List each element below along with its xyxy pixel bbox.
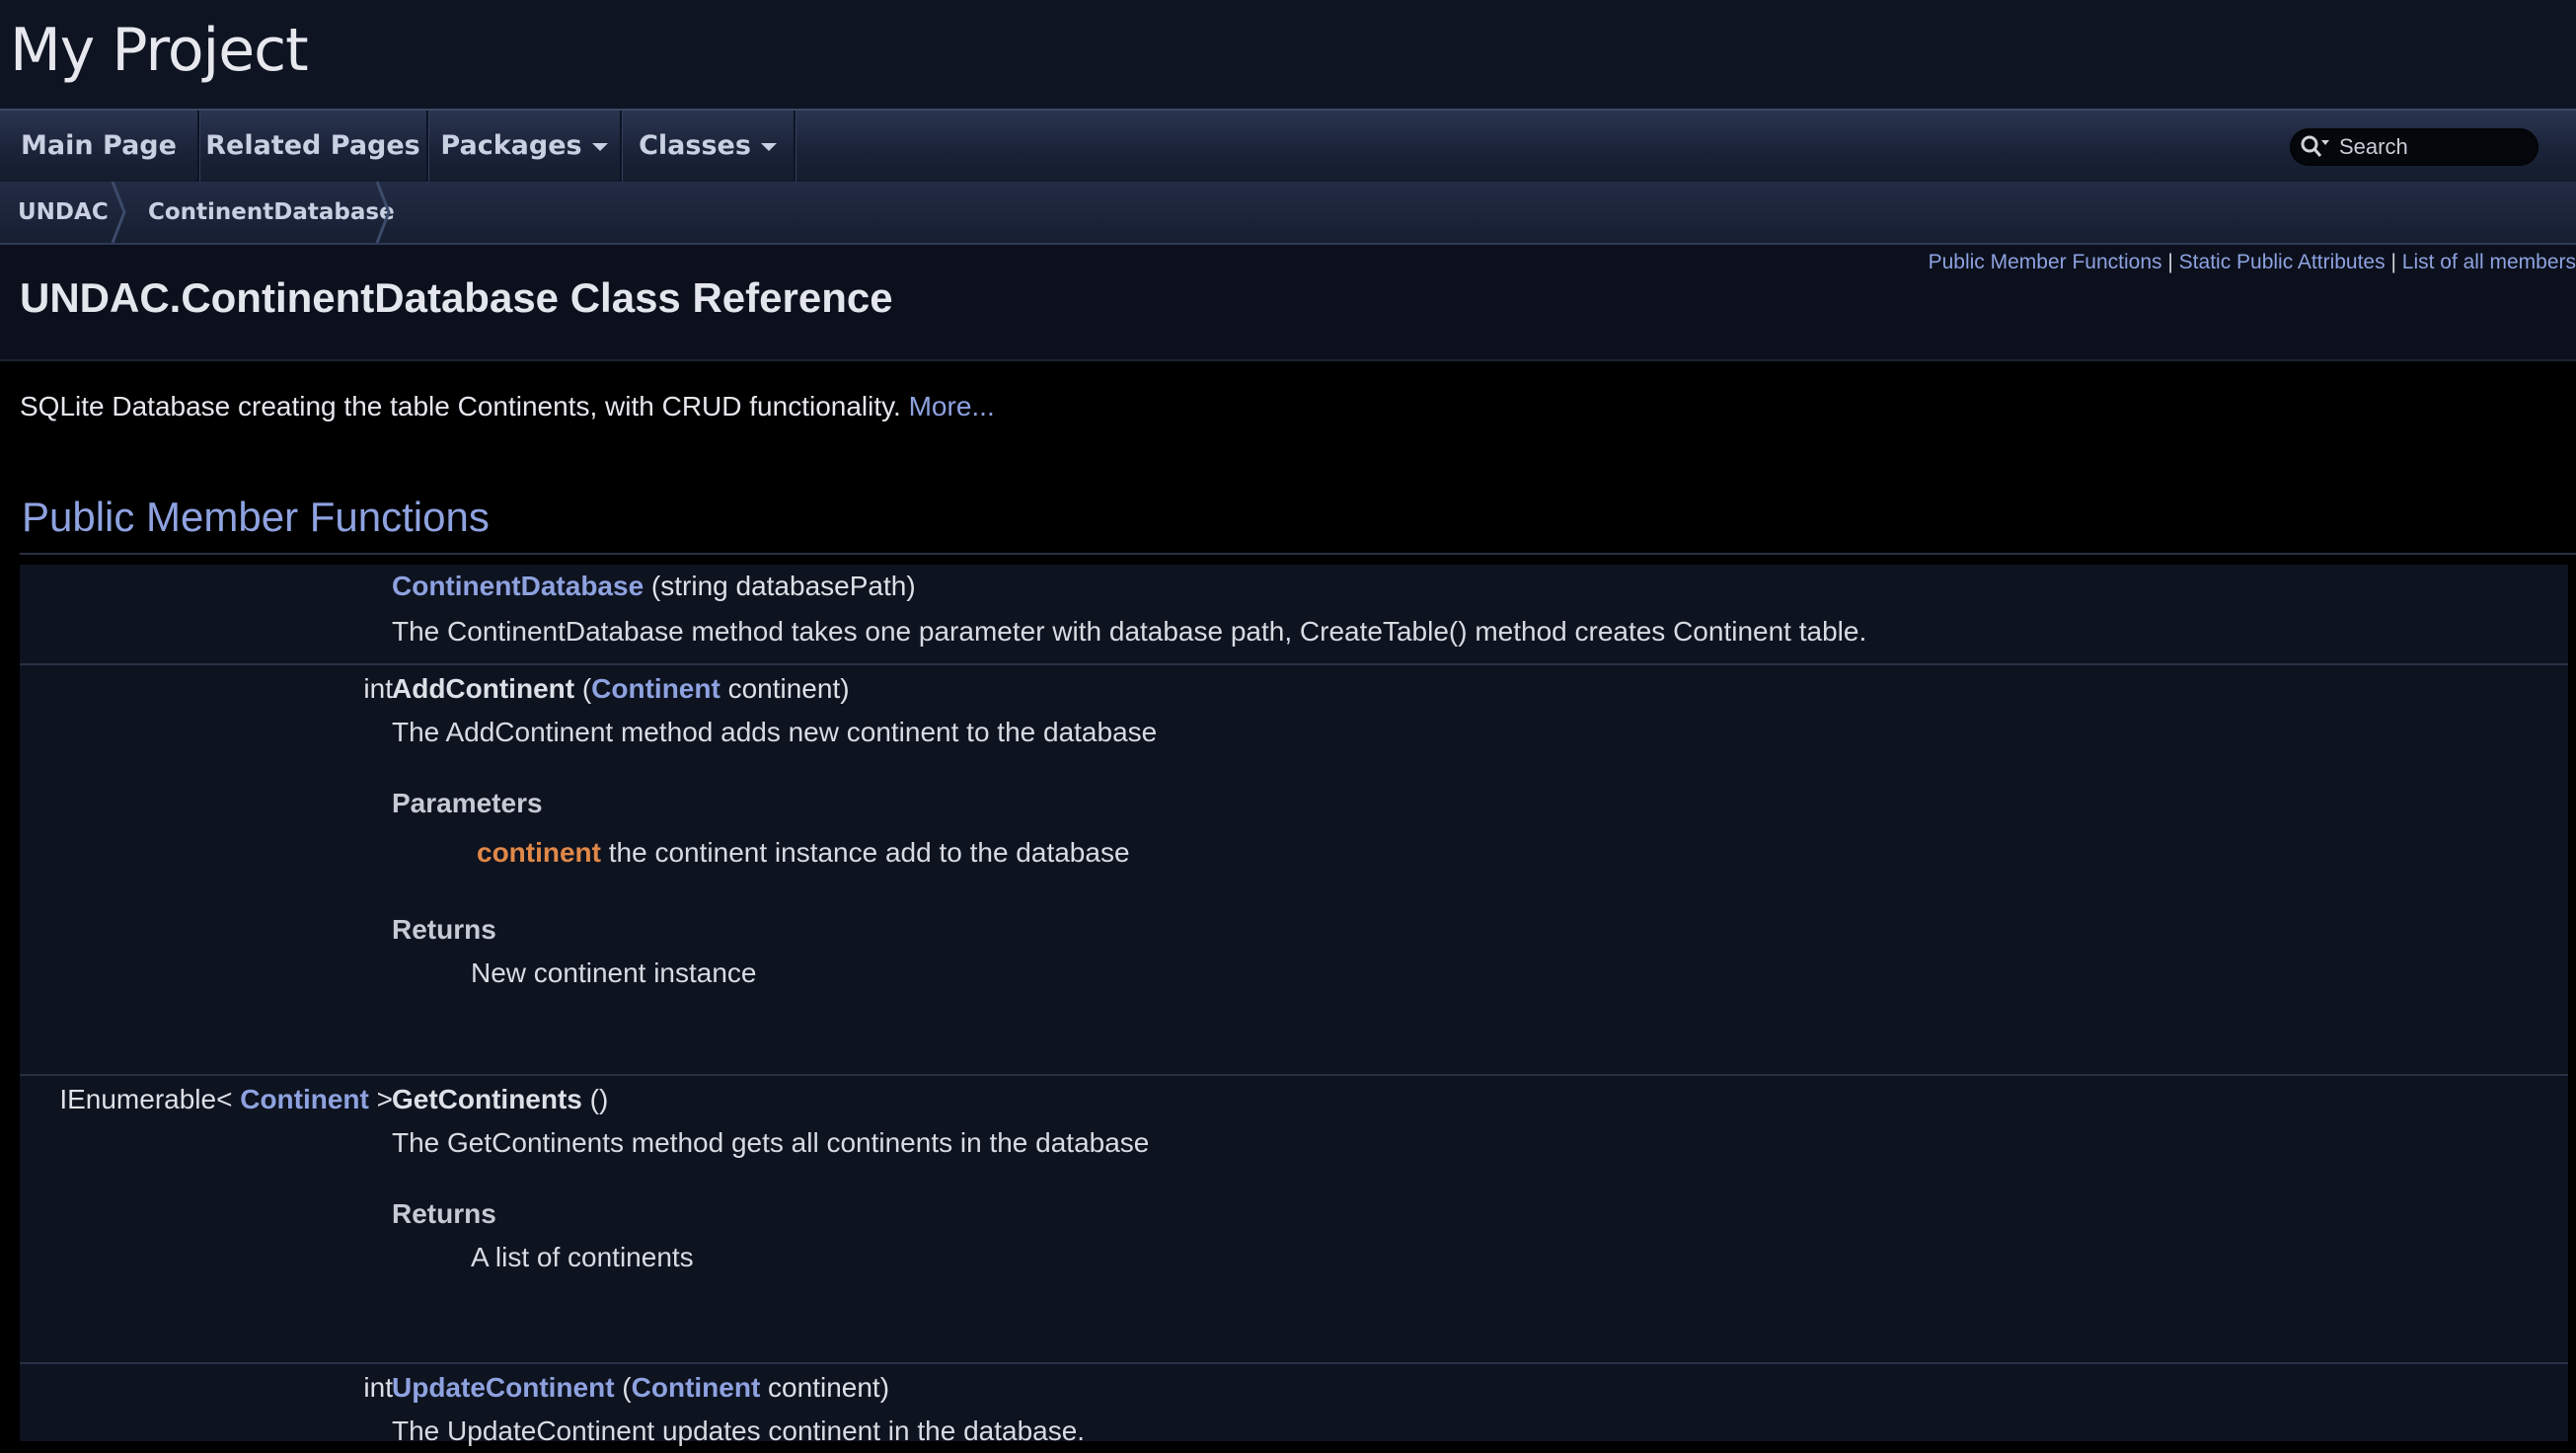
returns-text: New continent instance — [471, 957, 757, 988]
summary-separator: | — [2167, 251, 2173, 273]
section-title: Public Member Functions — [22, 494, 490, 540]
main-menu: Main Page Related Pages Packages Classes — [0, 109, 2576, 184]
member-name: AddContinent — [392, 673, 575, 704]
title-area: My Project — [0, 0, 2576, 109]
project-name: My Project — [10, 16, 309, 85]
member-description: The UpdateContinent updates continent in… — [392, 1415, 1086, 1446]
member-return-type: IEnumerable< Continent > — [59, 1084, 393, 1115]
page-title: UNDAC.ContinentDatabase Class Reference — [20, 274, 893, 321]
brief-text: SQLite Database creating the table Conti… — [20, 391, 901, 421]
nav-packages[interactable]: Packages — [428, 111, 622, 182]
search-icon[interactable] — [2300, 134, 2333, 165]
returns-label: Returns — [392, 1198, 496, 1229]
returns-text: A list of continents — [471, 1242, 694, 1272]
member-args: () — [581, 1084, 609, 1114]
parameters-label: Parameters — [392, 788, 543, 818]
summary-link-list-of-all-members[interactable]: List of all members — [2402, 251, 2576, 273]
member-table: ContinentDatabase (string databasePath) … — [20, 565, 2568, 1446]
breadcrumb: UNDAC ContinentDatabase — [0, 182, 2576, 245]
search-input[interactable] — [2337, 133, 2529, 161]
section-divider — [20, 553, 2576, 555]
brief-description: SQLite Database creating the table Conti… — [20, 391, 995, 422]
table-row: int AddContinent (Continent continent) T… — [20, 665, 2568, 1076]
breadcrumb-separator-icon — [111, 182, 126, 243]
member-signature: GetContinents () — [392, 1084, 608, 1115]
member-description: The AddContinent method adds new contine… — [392, 717, 1158, 747]
return-type-prefix: IEnumerable< — [59, 1084, 241, 1114]
breadcrumb-separator-icon — [375, 182, 391, 243]
member-description: The ContinentDatabase method takes one p… — [392, 616, 1867, 647]
nav-packages-label: Packages — [440, 130, 582, 161]
table-row: ContinentDatabase (string databasePath) … — [20, 565, 2568, 665]
nav-main-page[interactable]: Main Page — [0, 111, 199, 182]
table-row: int UpdateContinent (Continent continent… — [20, 1364, 2568, 1453]
member-return-type: int — [363, 673, 393, 704]
summary-links: Public Member Functions | Static Public … — [1929, 251, 2576, 274]
table-row: IEnumerable< Continent > GetContinents (… — [20, 1076, 2568, 1364]
summary-separator: | — [2390, 251, 2396, 273]
continent-type-link[interactable]: Continent — [591, 673, 720, 704]
member-signature: ContinentDatabase (string databasePath) — [392, 571, 916, 602]
nav-related-pages[interactable]: Related Pages — [199, 111, 428, 182]
member-description: The GetContinents method gets all contin… — [392, 1127, 1150, 1158]
chevron-down-icon — [591, 142, 608, 151]
chevron-down-icon — [760, 142, 777, 151]
parameter-name: continent — [477, 837, 601, 868]
member-args-prefix: ( — [574, 673, 592, 704]
member-name-link[interactable]: UpdateContinent — [392, 1372, 615, 1403]
summary-link-public-member-functions[interactable]: Public Member Functions — [1929, 251, 2162, 273]
nav-classes[interactable]: Classes — [622, 111, 796, 182]
return-type-suffix: > — [368, 1084, 393, 1114]
nav-related-pages-label: Related Pages — [205, 130, 420, 161]
member-name: GetContinents — [392, 1084, 582, 1114]
member-args-suffix: continent) — [760, 1372, 890, 1403]
member-return-type: int — [363, 1372, 393, 1403]
search-box — [2290, 128, 2538, 166]
nav-main-page-label: Main Page — [21, 130, 177, 161]
class-header: Public Member Functions | Static Public … — [0, 245, 2576, 361]
parameter-description: the continent instance add to the databa… — [601, 837, 1130, 868]
more-link[interactable]: More... — [909, 391, 995, 421]
member-signature: AddContinent (Continent continent) — [392, 673, 850, 705]
parameter-row: continent the continent instance add to … — [477, 837, 1130, 869]
continent-type-link[interactable]: Continent — [632, 1372, 761, 1403]
summary-link-static-public-attributes[interactable]: Static Public Attributes — [2179, 251, 2386, 273]
member-signature: UpdateContinent (Continent continent) — [392, 1372, 889, 1404]
member-args-prefix: ( — [614, 1372, 632, 1403]
nav-classes-label: Classes — [639, 130, 751, 161]
member-args-suffix: continent) — [720, 673, 850, 704]
breadcrumb-item-continentdatabase[interactable]: ContinentDatabase — [148, 182, 395, 243]
continent-type-link[interactable]: Continent — [240, 1084, 369, 1114]
member-args: (string databasePath) — [644, 571, 916, 601]
breadcrumb-item-undac[interactable]: UNDAC — [18, 182, 109, 243]
member-name-link[interactable]: ContinentDatabase — [392, 571, 644, 601]
returns-label: Returns — [392, 914, 496, 945]
